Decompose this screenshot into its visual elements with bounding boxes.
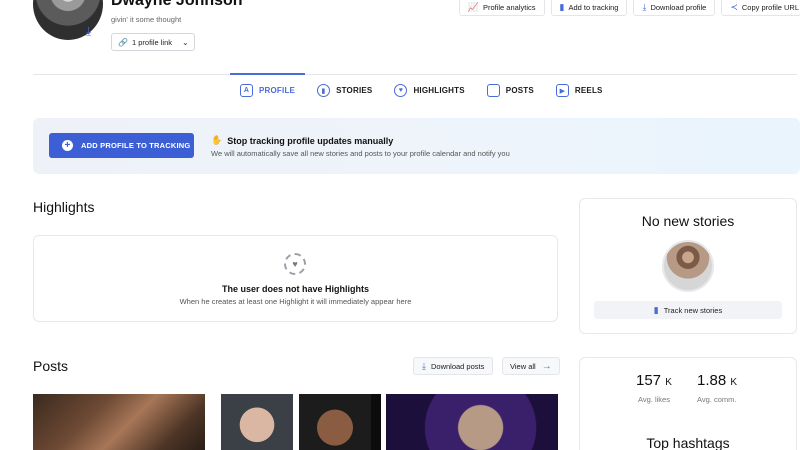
post-thumbnail[interactable] xyxy=(33,394,205,450)
top-actions: 📈 Profile analytics ▮ Add to tracking ⤓ … xyxy=(458,0,800,16)
tab-reels-label: REELS xyxy=(574,86,603,95)
tabs: A PROFILE ▮ STORIES ♥ HIGHLIGHTS POSTS ▶… xyxy=(240,84,603,97)
bar-chart-icon: ▮ xyxy=(653,304,659,315)
highlights-card xyxy=(33,235,558,322)
download-posts-button[interactable]: ⤓ Download posts xyxy=(413,357,494,375)
track-new-stories-label: Track new stories xyxy=(663,305,723,315)
highlights-empty-subtitle: When he creates at least one Highlight i… xyxy=(179,297,412,306)
profile-link-dropdown[interactable]: 🔗 1 profile link ⌄ xyxy=(111,33,195,51)
add-profile-to-tracking-button[interactable]: + ADD PROFILE TO TRACKING xyxy=(49,133,194,158)
view-all-label: View all xyxy=(510,361,536,371)
tab-posts[interactable]: POSTS xyxy=(486,84,534,97)
tab-reels[interactable]: ▶ REELS xyxy=(555,84,603,97)
download-profile-button[interactable]: ⤓ Download profile xyxy=(633,0,716,16)
top-hashtags-title: Top hashtags xyxy=(646,435,730,450)
track-new-stories-button[interactable]: ▮ Track new stories xyxy=(594,301,782,319)
copy-profile-url-button[interactable]: ≺ Copy profile URL xyxy=(721,0,800,16)
posts-title: Posts xyxy=(33,358,69,374)
avg-comments-number: 1.88 xyxy=(697,372,727,389)
add-to-tracking-label: Add to tracking xyxy=(568,2,619,12)
profile-analytics-button[interactable]: 📈 Profile analytics xyxy=(458,0,545,16)
avg-comments-unit: K xyxy=(730,377,738,388)
profile-analytics-label: Profile analytics xyxy=(482,2,536,12)
tab-stories-label: STORIES xyxy=(336,86,373,95)
avg-likes-value: 157 K xyxy=(636,372,672,389)
tab-highlights-label: HIGHLIGHTS xyxy=(413,86,465,95)
share-icon: ≺ xyxy=(730,1,738,12)
download-posts-label: Download posts xyxy=(430,361,485,371)
copy-profile-url-label: Copy profile URL xyxy=(741,2,799,12)
post-thumbnail[interactable] xyxy=(386,394,558,450)
posts-icon xyxy=(486,84,500,97)
banner-subtitle: We will automatically save all new stori… xyxy=(211,149,510,158)
add-profile-to-tracking-label: ADD PROFILE TO TRACKING xyxy=(81,141,191,150)
avg-likes-unit: K xyxy=(665,377,672,388)
download-icon: ⤓ xyxy=(642,1,647,12)
highlights-icon: ♥ xyxy=(394,84,408,97)
hand-icon: ✋ xyxy=(211,135,223,145)
highlight-heart-icon: ♥ xyxy=(284,253,306,275)
avatar-download-icon[interactable]: ⤓ xyxy=(86,24,100,38)
highlights-empty-title: The user does not have Highlights xyxy=(221,284,370,294)
plus-icon: + xyxy=(62,140,73,151)
avg-comments-label: Avg. comm. xyxy=(697,395,737,404)
tab-posts-label: POSTS xyxy=(505,86,534,95)
post-thumbnail[interactable] xyxy=(209,394,381,450)
tab-profile-label: PROFILE xyxy=(259,86,296,95)
banner-title-text: Stop tracking profile updates manually xyxy=(227,135,394,146)
highlights-title: Highlights xyxy=(33,199,95,215)
tab-highlights[interactable]: ♥ HIGHLIGHTS xyxy=(394,84,465,97)
bar-chart-icon: ▮ xyxy=(559,1,565,12)
chevron-down-icon: ⌄ xyxy=(182,37,189,47)
banner-title: ✋ Stop tracking profile updates manually xyxy=(211,135,393,146)
download-profile-label: Download profile xyxy=(650,2,707,12)
view-all-button[interactable]: View all → xyxy=(502,357,560,375)
tab-stories[interactable]: ▮ STORIES xyxy=(317,84,372,97)
profile-icon: A xyxy=(240,84,253,97)
add-to-tracking-button[interactable]: ▮ Add to tracking xyxy=(550,0,628,16)
stories-avatar xyxy=(662,240,714,292)
download-icon: ⤓ xyxy=(422,360,426,371)
arrow-right-icon: → xyxy=(541,360,552,372)
reels-icon: ▶ xyxy=(555,84,569,97)
avg-likes-label: Avg. likes xyxy=(638,395,670,404)
tab-profile[interactable]: A PROFILE xyxy=(240,84,295,97)
profile-bio: givin' it some thought xyxy=(111,15,182,24)
avg-comments-value: 1.88 K xyxy=(697,372,737,389)
chart-line-icon: 📈 xyxy=(467,1,479,12)
stories-icon: ▮ xyxy=(317,84,331,97)
link-icon: 🔗 xyxy=(118,37,128,47)
stories-title: No new stories xyxy=(641,213,735,229)
avg-likes-number: 157 xyxy=(636,372,662,389)
tab-active-indicator xyxy=(230,73,305,75)
profile-name: Dwayne Johnson xyxy=(111,0,243,9)
tabs-divider xyxy=(33,74,797,75)
profile-link-label: 1 profile link xyxy=(131,37,172,47)
